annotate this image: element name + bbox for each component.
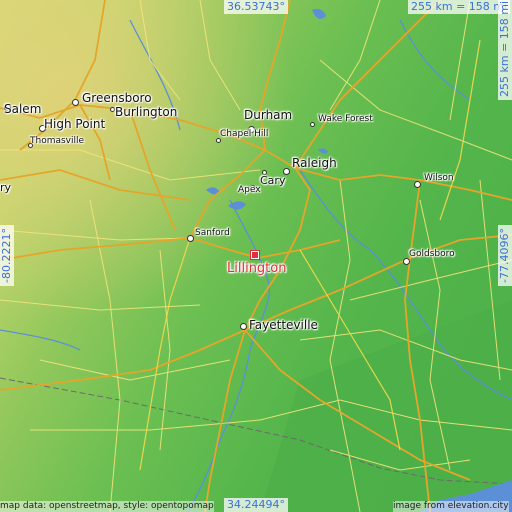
focus-city-label: Lillington	[227, 261, 287, 276]
wilson-dot	[414, 181, 421, 188]
scale-label-vertical: 255 km = 158 mi	[498, 0, 512, 100]
city-label-high-point: High Point	[44, 117, 106, 131]
city-label-chapel-hill: Chapel Hill	[220, 129, 269, 139]
city-label-cary: Cary	[260, 174, 286, 187]
city-label-edge-fragment: ry	[0, 181, 12, 194]
goldsboro-dot	[403, 258, 410, 265]
city-label-goldsboro: Goldsboro	[409, 249, 455, 259]
city-label-sanford: Sanford	[195, 228, 230, 238]
sanford-dot	[187, 235, 194, 242]
attribution-source: image from elevation.city	[393, 501, 509, 512]
city-label-greensboro: Greensboro	[82, 91, 152, 105]
greensboro-dot	[72, 99, 79, 106]
city-label-wilson: Wilson	[424, 173, 454, 183]
city-label-thomasville: Thomasville	[30, 136, 85, 146]
city-label-fayetteville: Fayetteville	[249, 318, 318, 332]
west-longitude-label: -80.2221°	[0, 225, 14, 286]
city-label-burlington: Burlington	[115, 105, 178, 119]
city-label-raleigh: Raleigh	[292, 156, 337, 170]
attribution-map-data: map data: openstreetmap, style: opentopo…	[0, 501, 214, 512]
city-label-apex: Apex	[238, 185, 261, 195]
fayetteville-dot	[240, 323, 247, 330]
city-label-salem: Salem	[4, 102, 42, 116]
north-latitude-label: 36.53743°	[224, 0, 288, 14]
scale-label-horizontal: 255 km = 158 mi	[408, 0, 511, 14]
city-label-wake-forest: Wake Forest	[318, 114, 373, 124]
east-longitude-label: -77.4096°	[498, 225, 512, 286]
south-latitude-label: 34.24494°	[224, 498, 288, 512]
city-label-durham: Durham	[244, 108, 293, 122]
focus-location-marker[interactable]	[250, 250, 260, 260]
wake-forest-dot	[310, 122, 315, 127]
map-view[interactable]: Salem Greensboro Burlington High Point T…	[0, 0, 512, 512]
